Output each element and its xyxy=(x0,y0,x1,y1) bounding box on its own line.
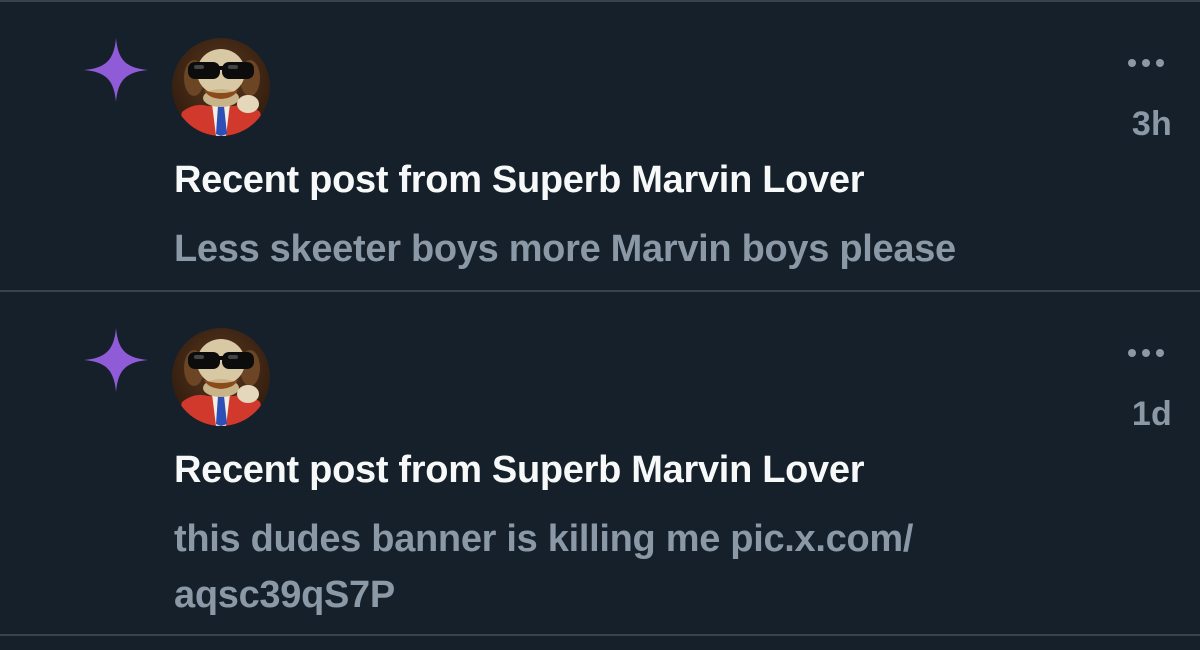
notification-title: Recent post from Superb Marvin Lover xyxy=(174,159,865,201)
more-options-button[interactable] xyxy=(1118,46,1174,80)
post-preview: this dudes banner is killing me pic.x.co… xyxy=(174,518,914,616)
avatar[interactable] xyxy=(172,38,270,136)
sparkle-icon xyxy=(84,38,148,102)
ellipsis-icon xyxy=(1128,59,1164,67)
timestamp[interactable]: 3h xyxy=(1132,105,1172,144)
more-options-button[interactable] xyxy=(1118,336,1174,370)
timestamp[interactable]: 1d xyxy=(1132,395,1172,434)
notification-title: Recent post from Superb Marvin Lover xyxy=(174,449,865,491)
post-preview: Less skeeter boys more Marvin boys pleas… xyxy=(174,228,956,270)
notification-item[interactable]: 3h Recent post from Superb Marvin Lover … xyxy=(0,2,1200,292)
avatar[interactable] xyxy=(172,328,270,426)
sparkle-icon xyxy=(84,328,148,392)
notifications-feed: 3h Recent post from Superb Marvin Lover … xyxy=(0,0,1200,650)
feed-bottom xyxy=(0,636,1200,650)
notification-item[interactable]: 1d Recent post from Superb Marvin Lover … xyxy=(0,292,1200,636)
ellipsis-icon xyxy=(1128,349,1164,357)
